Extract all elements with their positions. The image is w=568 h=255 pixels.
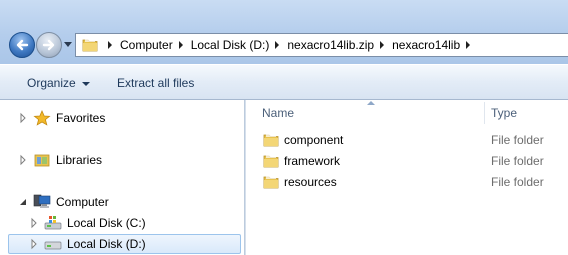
forward-button[interactable] (36, 32, 62, 58)
expand-icon[interactable] (17, 112, 29, 124)
breadcrumb-separator-icon[interactable] (275, 41, 280, 49)
list-item[interactable]: component File folder (246, 130, 568, 150)
organize-button[interactable]: Organize (27, 65, 90, 101)
file-name: framework (284, 154, 341, 168)
breadcrumb-zip[interactable]: nexacro14lib.zip (287, 38, 374, 52)
title-bar: Computer Local Disk (D:) nexacro14lib.zi… (0, 0, 568, 64)
organize-label: Organize (27, 76, 76, 90)
forward-arrow-icon (42, 39, 55, 51)
column-header-type[interactable]: Type (491, 100, 517, 124)
drive-icon (44, 241, 62, 250)
nav-item-local-disk-d[interactable]: Local Disk (D:) (8, 234, 241, 254)
nav-item-label: Computer (56, 195, 109, 209)
star-icon (33, 110, 51, 126)
breadcrumb-computer[interactable]: Computer (120, 38, 173, 52)
nav-item-computer[interactable]: Computer (17, 192, 109, 212)
sort-ascending-icon (367, 101, 375, 105)
system-drive-icon (44, 216, 62, 230)
column-header-name[interactable]: Name (262, 100, 294, 124)
file-name: component (284, 133, 344, 147)
nav-item-label: Libraries (56, 153, 103, 167)
nav-item-local-disk-c[interactable]: Local Disk (C:) (28, 213, 146, 233)
recent-pages-icon[interactable] (64, 42, 72, 48)
file-type: File folder (491, 133, 544, 147)
column-divider[interactable] (484, 102, 485, 124)
computer-icon (33, 194, 51, 208)
list-item[interactable]: framework File folder (246, 151, 568, 171)
back-button[interactable] (9, 32, 35, 58)
file-type: File folder (491, 154, 544, 168)
expand-icon[interactable] (17, 154, 29, 166)
breadcrumb-current-folder[interactable]: nexacro14lib (392, 38, 460, 52)
nav-item-label: Local Disk (C:) (67, 216, 146, 230)
libraries-icon (34, 154, 50, 167)
extract-all-files-button[interactable]: Extract all files (117, 65, 194, 101)
file-name: resources (284, 175, 337, 189)
folder-icon (82, 38, 98, 52)
nav-item-favorites[interactable]: Favorites (17, 108, 105, 128)
navigation-pane: Favorites Libraries Computer Local Disk … (0, 100, 244, 255)
breadcrumb-separator-icon[interactable] (178, 41, 183, 49)
breadcrumb-local-disk-d[interactable]: Local Disk (D:) (191, 38, 270, 52)
collapse-icon[interactable] (17, 196, 29, 208)
list-item[interactable]: resources File folder (246, 172, 568, 192)
command-bar: Organize Extract all files (0, 64, 568, 100)
folder-icon (263, 154, 279, 168)
chevron-down-icon (81, 81, 90, 86)
file-list: Name Type component File folder framewor… (246, 100, 568, 255)
folder-icon (263, 133, 279, 147)
back-arrow-icon (16, 39, 29, 51)
nav-item-libraries[interactable]: Libraries (17, 150, 102, 170)
address-bar[interactable]: Computer Local Disk (D:) nexacro14lib.zi… (75, 33, 568, 57)
file-type: File folder (491, 175, 544, 189)
breadcrumb-separator-icon[interactable] (466, 41, 471, 49)
extract-label: Extract all files (117, 76, 195, 90)
expand-icon[interactable] (28, 238, 40, 250)
nav-item-label: Favorites (56, 111, 106, 125)
nav-item-label: Local Disk (D:) (67, 237, 146, 251)
expand-icon[interactable] (28, 217, 40, 229)
folder-icon (263, 175, 279, 189)
breadcrumb-separator-icon[interactable] (108, 41, 112, 49)
breadcrumb-separator-icon[interactable] (380, 41, 385, 49)
